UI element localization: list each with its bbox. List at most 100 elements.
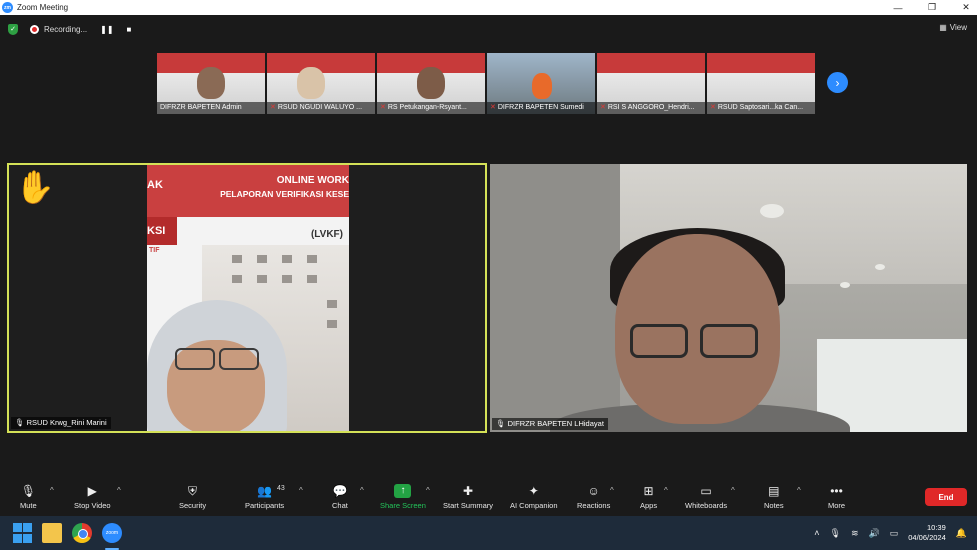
participant-thumbnail[interactable]: DIFRZR BAPETEN Admin xyxy=(157,53,265,114)
raised-hand-icon: ✋ xyxy=(15,169,55,205)
wifi-icon[interactable]: ≋ xyxy=(851,528,859,539)
stop-recording-icon[interactable]: ■ xyxy=(127,25,132,34)
slide-fragment: KSI xyxy=(147,217,177,245)
window-title: Zoom Meeting xyxy=(17,3,69,12)
mic-muted-icon: ✕ xyxy=(380,104,386,111)
view-label: View xyxy=(949,23,967,32)
view-button[interactable]: ▦ View xyxy=(939,23,967,32)
share-options-caret[interactable]: ^ xyxy=(426,486,430,495)
participant-thumbnail[interactable]: ✕ RSI S ANGGORO_Hendri... xyxy=(597,53,705,114)
participants-count: 43 xyxy=(277,485,285,492)
participant-thumbnail[interactable]: ✕ RSUD NGUDI WALUYO ... xyxy=(267,53,375,114)
participant-face xyxy=(197,67,225,99)
shield-icon: ⛨ xyxy=(188,484,198,498)
participant-video xyxy=(147,300,287,431)
stop-video-button[interactable]: ▶ Stop Video xyxy=(74,484,111,510)
mic-icon: 🎙 xyxy=(15,418,25,427)
window-controls: — ❐ ✕ xyxy=(891,0,973,15)
whiteboard-icon: ▭ xyxy=(700,484,712,498)
slide-fragment: TIF xyxy=(149,247,160,254)
slide-fragment: AK xyxy=(147,179,163,191)
window-titlebar: zm Zoom Meeting — ❐ ✕ xyxy=(0,0,977,15)
more-button[interactable]: ••• More xyxy=(828,484,845,510)
video-tile-active-speaker[interactable]: ✋ ONLINE WORK PELAPORAN VERIFIKASI KESE … xyxy=(7,163,487,433)
next-page-arrow-icon[interactable]: › xyxy=(827,72,848,93)
end-meeting-button[interactable]: End xyxy=(925,488,967,506)
smiley-icon: ☺ xyxy=(587,484,600,498)
participant-name: DIFRZR BAPETEN LHidayat xyxy=(507,419,604,428)
slide-title-line3: (LVKF) xyxy=(310,229,343,240)
chrome-icon[interactable] xyxy=(72,523,92,543)
slide-title-line2: PELAPORAN VERIFIKASI KESE xyxy=(220,189,349,199)
participants-options-caret[interactable]: ^ xyxy=(299,486,303,495)
zoom-logo-icon: zm xyxy=(2,2,13,13)
video-options-caret[interactable]: ^ xyxy=(117,486,121,495)
mic-muted-icon: ✕ xyxy=(490,104,496,111)
record-dot-icon xyxy=(30,25,39,34)
recording-label: Recording... xyxy=(44,25,88,34)
windows-start-icon[interactable] xyxy=(13,523,33,543)
participant-thumbnail[interactable]: ✕ RS Petukangan-Rsyant... xyxy=(377,53,485,114)
security-shield-icon[interactable]: ✓ xyxy=(8,24,18,35)
audio-options-caret[interactable]: ^ xyxy=(50,486,54,495)
whiteboards-button[interactable]: ▭ Whiteboards xyxy=(685,484,727,510)
pause-recording-icon[interactable]: ❚❚ xyxy=(100,25,113,34)
participant-name: RSUD Saptosari...ka Can... xyxy=(717,104,804,111)
apps-button[interactable]: ⊞ Apps xyxy=(640,484,657,510)
restore-button[interactable]: ❐ xyxy=(925,2,939,13)
participant-face xyxy=(417,67,445,99)
apps-options-caret[interactable]: ^ xyxy=(664,486,668,495)
zoom-app-icon[interactable]: zoom xyxy=(102,523,122,543)
chat-options-caret[interactable]: ^ xyxy=(360,486,364,495)
battery-icon[interactable]: ▭ xyxy=(890,528,899,539)
notes-button[interactable]: ▤ Notes xyxy=(764,484,784,510)
more-dots-icon: ••• xyxy=(830,484,843,498)
meeting-topbar: ✓ Recording... ❚❚ ■ ▦ View xyxy=(0,15,977,45)
reactions-button[interactable]: ☺ Reactions xyxy=(577,484,610,510)
whiteboards-options-caret[interactable]: ^ xyxy=(731,486,735,495)
volume-icon[interactable]: 🔊 xyxy=(869,528,880,539)
mic-muted-icon: ✕ xyxy=(600,104,606,111)
reactions-options-caret[interactable]: ^ xyxy=(610,486,614,495)
video-camera-icon: ▶ xyxy=(87,484,97,498)
participant-face xyxy=(532,73,552,99)
clock-date: 04/06/2024 xyxy=(908,533,946,542)
start-summary-button[interactable]: ✚ Start Summary xyxy=(443,484,493,510)
microphone-tray-icon[interactable]: 🎙 xyxy=(830,528,841,539)
participant-name: RSUD NGUDI WALUYO ... xyxy=(277,104,363,111)
summary-icon: ✚ xyxy=(462,484,474,498)
participant-thumbnail[interactable]: ✕ DIFRZR BAPETEN Sumedi xyxy=(487,53,595,114)
participant-thumbnail[interactable]: ✕ RSUD Saptosari...ka Can... xyxy=(707,53,815,114)
file-explorer-icon[interactable] xyxy=(42,523,62,543)
chat-button[interactable]: 💬 Chat xyxy=(332,484,348,510)
notes-options-caret[interactable]: ^ xyxy=(797,486,801,495)
windows-taskbar: zoom ˄ 🎙 ≋ 🔊 ▭ 10:39 04/06/2024 🔔 xyxy=(0,516,977,550)
notification-bell-icon[interactable]: 🔔 xyxy=(956,528,967,539)
share-arrow-icon: ↑ xyxy=(394,484,412,498)
participant-name: RSI S ANGGORO_Hendri... xyxy=(607,104,695,111)
participant-face xyxy=(297,67,325,99)
minimize-button[interactable]: — xyxy=(891,3,905,13)
grid-view-icon: ▦ xyxy=(939,23,947,32)
slide-title-line1: ONLINE WORK xyxy=(276,175,349,186)
participant-name: DIFRZR BAPETEN Sumedi xyxy=(497,104,584,111)
clock-time: 10:39 xyxy=(927,523,946,532)
participant-thumbnail-strip: DIFRZR BAPETEN Admin ✕ RSUD NGUDI WALUYO … xyxy=(157,53,815,114)
system-tray: ˄ 🎙 ≋ 🔊 ▭ 10:39 04/06/2024 🔔 xyxy=(814,516,977,550)
microphone-icon: 🎙 xyxy=(20,484,36,498)
mic-muted-icon: ✕ xyxy=(710,104,716,111)
tray-chevron-icon[interactable]: ˄ xyxy=(814,528,819,538)
apps-grid-icon: ⊞ xyxy=(643,484,654,498)
security-button[interactable]: ⛨ Security xyxy=(179,484,206,510)
recording-indicator: Recording... ❚❚ ■ xyxy=(30,21,131,38)
meeting-toolbar: 🎙 Mute ^ ▶ Stop Video ^ ⛨ Security 👥 Partici… xyxy=(0,476,977,516)
participant-name: RS Petukangan-Rsyant... xyxy=(387,104,467,111)
ai-companion-button[interactable]: ✦ AI Companion xyxy=(510,484,558,510)
mute-button[interactable]: 🎙 Mute xyxy=(20,484,37,510)
close-button[interactable]: ✕ xyxy=(959,2,973,13)
notes-icon: ▤ xyxy=(768,484,780,498)
sparkle-icon: ✦ xyxy=(528,484,539,498)
share-screen-button[interactable]: ↑ Share Screen xyxy=(380,484,426,510)
taskbar-clock[interactable]: 10:39 04/06/2024 xyxy=(908,523,946,543)
video-tile[interactable]: 🎙 DIFRZR BAPETEN LHidayat xyxy=(490,164,967,432)
